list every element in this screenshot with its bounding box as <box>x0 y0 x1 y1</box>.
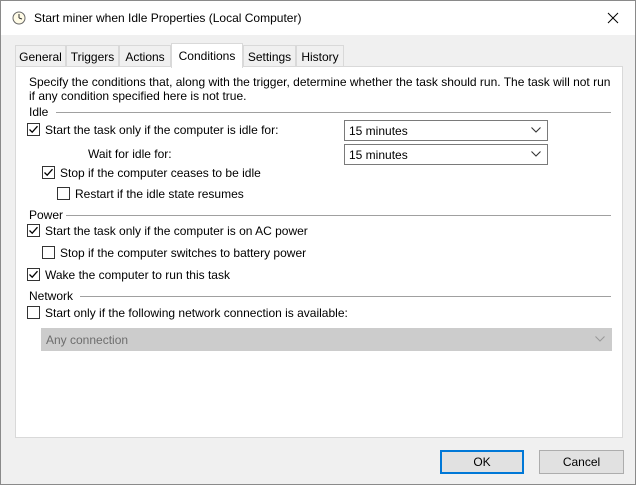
tab-conditions[interactable]: Conditions <box>171 43 243 68</box>
checkmark-icon <box>29 125 38 134</box>
wake-computer-checkbox[interactable] <box>27 268 40 281</box>
chevron-down-icon <box>531 151 541 157</box>
title-bar: Start miner when Idle Properties (Local … <box>1 1 635 35</box>
checkmark-icon <box>29 270 38 279</box>
wait-for-idle-label: Wait for idle for: <box>88 147 172 161</box>
tab-settings[interactable]: Settings <box>243 45 296 67</box>
idle-group-label: Idle <box>29 105 49 119</box>
window-title: Start miner when Idle Properties (Local … <box>34 11 302 25</box>
conditions-panel: Specify the conditions that, along with … <box>15 66 623 438</box>
chevron-down-icon <box>531 127 541 133</box>
properties-dialog: Start miner when Idle Properties (Local … <box>0 0 636 485</box>
checkmark-icon <box>29 226 38 235</box>
stop-if-not-idle-checkbox[interactable] <box>42 166 55 179</box>
ok-button[interactable]: OK <box>440 450 524 474</box>
idle-duration-value: 15 minutes <box>349 124 408 138</box>
wait-duration-select[interactable]: 15 minutes <box>344 144 548 165</box>
cancel-button[interactable]: Cancel <box>539 450 624 474</box>
tab-general[interactable]: General <box>15 45 66 67</box>
ac-power-checkbox[interactable] <box>27 224 40 237</box>
idle-separator <box>56 112 611 113</box>
wait-duration-value: 15 minutes <box>349 148 408 162</box>
chevron-down-icon <box>595 336 605 342</box>
tab-actions[interactable]: Actions <box>119 45 171 67</box>
network-connection-select[interactable]: Any connection <box>41 328 612 351</box>
conditions-description: Specify the conditions that, along with … <box>29 75 611 103</box>
power-separator <box>66 215 611 216</box>
start-if-idle-checkbox[interactable] <box>27 123 40 136</box>
battery-stop-label: Stop if the computer switches to battery… <box>60 246 307 260</box>
restart-if-idle-label: Restart if the idle state resumes <box>75 187 244 201</box>
idle-duration-select[interactable]: 15 minutes <box>344 120 548 141</box>
power-group-label: Power <box>29 208 64 222</box>
close-icon <box>607 12 619 24</box>
tab-triggers[interactable]: Triggers <box>66 45 119 67</box>
start-if-idle-label: Start the task only if the computer is i… <box>45 123 279 137</box>
network-separator <box>80 296 611 297</box>
restart-if-idle-checkbox[interactable] <box>57 187 70 200</box>
clock-icon <box>12 11 26 25</box>
battery-stop-checkbox[interactable] <box>42 246 55 259</box>
network-group-label: Network <box>29 289 74 303</box>
checkmark-icon <box>44 168 53 177</box>
wake-computer-label: Wake the computer to run this task <box>45 268 230 282</box>
stop-if-not-idle-label: Stop if the computer ceases to be idle <box>60 166 261 180</box>
network-only-checkbox[interactable] <box>27 306 40 319</box>
close-button[interactable] <box>599 7 627 29</box>
tab-history[interactable]: History <box>296 45 344 67</box>
network-only-label: Start only if the following network conn… <box>45 306 348 320</box>
ac-power-label: Start the task only if the computer is o… <box>45 224 308 238</box>
network-connection-value: Any connection <box>46 333 129 347</box>
